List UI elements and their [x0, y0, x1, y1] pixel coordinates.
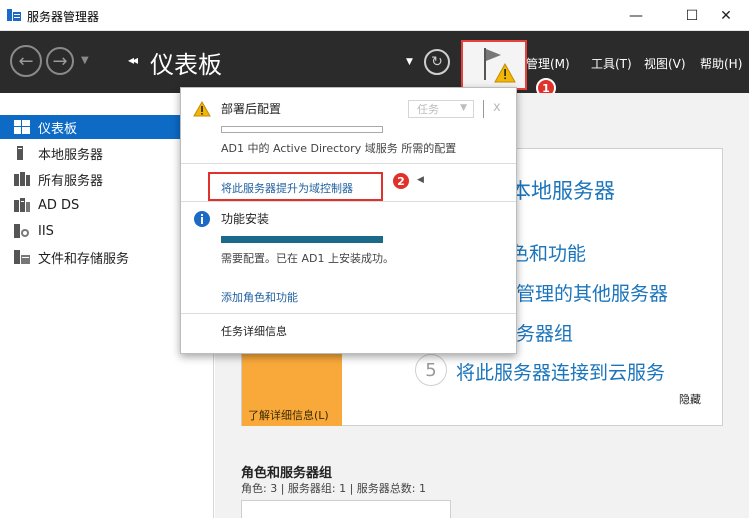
- welcome-add-servers-link[interactable]: 管理的其他服务器: [516, 279, 668, 306]
- header-bar: ← → ▼ ◂◂ 仪表板 ▼ ↻: [0, 31, 749, 93]
- roles-section-summary: 角色: 3 | 服务器组: 1 | 服务器总数: 1: [241, 482, 427, 495]
- promote-to-dc-link[interactable]: 将此服务器提升为域控制器: [221, 180, 353, 196]
- history-dropdown-icon[interactable]: ▼: [81, 55, 89, 66]
- learn-more-link[interactable]: 了解详细信息(L): [248, 407, 329, 423]
- add-roles-features-link[interactable]: 添加角色和功能: [221, 289, 298, 305]
- menu-manage[interactable]: 管理(M): [526, 55, 570, 72]
- divider: [181, 201, 516, 202]
- local-server-icon: [17, 146, 23, 160]
- task-details-link[interactable]: 任务详细信息: [221, 323, 287, 339]
- dismiss-notification-button[interactable]: x: [493, 100, 501, 115]
- flag-warning-icon: [484, 48, 516, 83]
- menu-tools[interactable]: 工具(T): [591, 55, 632, 72]
- sidebar-item-label: AD DS: [38, 197, 80, 213]
- server-manager-app-icon: [7, 9, 21, 21]
- deploy-description: AD1 中的 Active Directory 域服务 所需的配置: [221, 142, 457, 155]
- deploy-progress-bar: [221, 126, 383, 133]
- task-dropdown[interactable]: 任务 ▼: [408, 100, 474, 118]
- notifications-flag-button[interactable]: [461, 40, 527, 90]
- task-dropdown-label: 任务: [417, 103, 439, 116]
- minimize-button[interactable]: —: [613, 0, 659, 31]
- sidebar-item-label: 所有服务器: [38, 173, 104, 189]
- step-number: 5: [415, 354, 447, 386]
- forward-button[interactable]: →: [46, 47, 74, 75]
- refresh-icon: ↻: [431, 54, 443, 70]
- close-button[interactable]: ✕: [703, 0, 749, 31]
- feature-install-title: 功能安装: [221, 212, 270, 226]
- role-tile[interactable]: [241, 500, 451, 518]
- callout-pointer-icon: ◀: [417, 175, 424, 185]
- sidebar-item-label: 本地服务器: [38, 147, 104, 163]
- divider: [181, 163, 516, 164]
- callout-badge-2: 2: [391, 171, 411, 191]
- breadcrumb-arrows: ◂◂: [128, 53, 138, 67]
- notifications-popup: 部署后配置 任务 ▼ x AD1 中的 Active Directory 域服务…: [180, 87, 517, 354]
- sidebar-item-label: IIS: [38, 223, 54, 239]
- chevron-down-icon: ▼: [460, 103, 467, 113]
- back-arrow-icon: ←: [18, 50, 34, 72]
- info-icon: [194, 211, 210, 227]
- refresh-button[interactable]: ↻: [424, 49, 450, 75]
- ad-ds-icon: [14, 198, 30, 212]
- feature-progress-bar: [221, 236, 383, 243]
- forward-arrow-icon: →: [52, 50, 68, 72]
- menu-view[interactable]: 视图(V): [644, 55, 686, 72]
- dashboard-icon: [14, 120, 30, 134]
- deploy-config-title: 部署后配置: [221, 102, 282, 116]
- sidebar-item-label: 文件和存储服务: [38, 251, 130, 267]
- feature-install-status: 需要配置。已在 AD1 上安装成功。: [221, 252, 394, 265]
- title-bar: 服务器管理器 — ☐ ✕: [0, 0, 749, 31]
- menu-help[interactable]: 帮助(H): [700, 55, 742, 72]
- window-title: 服务器管理器: [27, 10, 100, 24]
- file-storage-icon: [14, 250, 30, 264]
- sidebar-item-label: 仪表板: [38, 121, 78, 137]
- divider: [483, 100, 484, 118]
- hide-link[interactable]: 隐藏: [679, 391, 701, 407]
- welcome-create-group-link[interactable]: 务器组: [516, 319, 573, 346]
- welcome-local-server-link[interactable]: 本地服务器: [510, 175, 615, 205]
- back-button[interactable]: ←: [10, 45, 42, 77]
- divider: [181, 313, 516, 314]
- roles-section-title: 角色和服务器组: [241, 466, 333, 481]
- all-servers-icon: [14, 172, 30, 186]
- header-dropdown-icon[interactable]: ▼: [406, 57, 413, 67]
- welcome-cloud-link[interactable]: 将此服务器连接到云服务: [456, 358, 665, 385]
- warning-icon: [193, 101, 211, 117]
- page-title: 仪表板: [150, 51, 222, 79]
- iis-icon: [14, 224, 29, 238]
- welcome-add-roles-link[interactable]: 色和功能: [510, 239, 586, 266]
